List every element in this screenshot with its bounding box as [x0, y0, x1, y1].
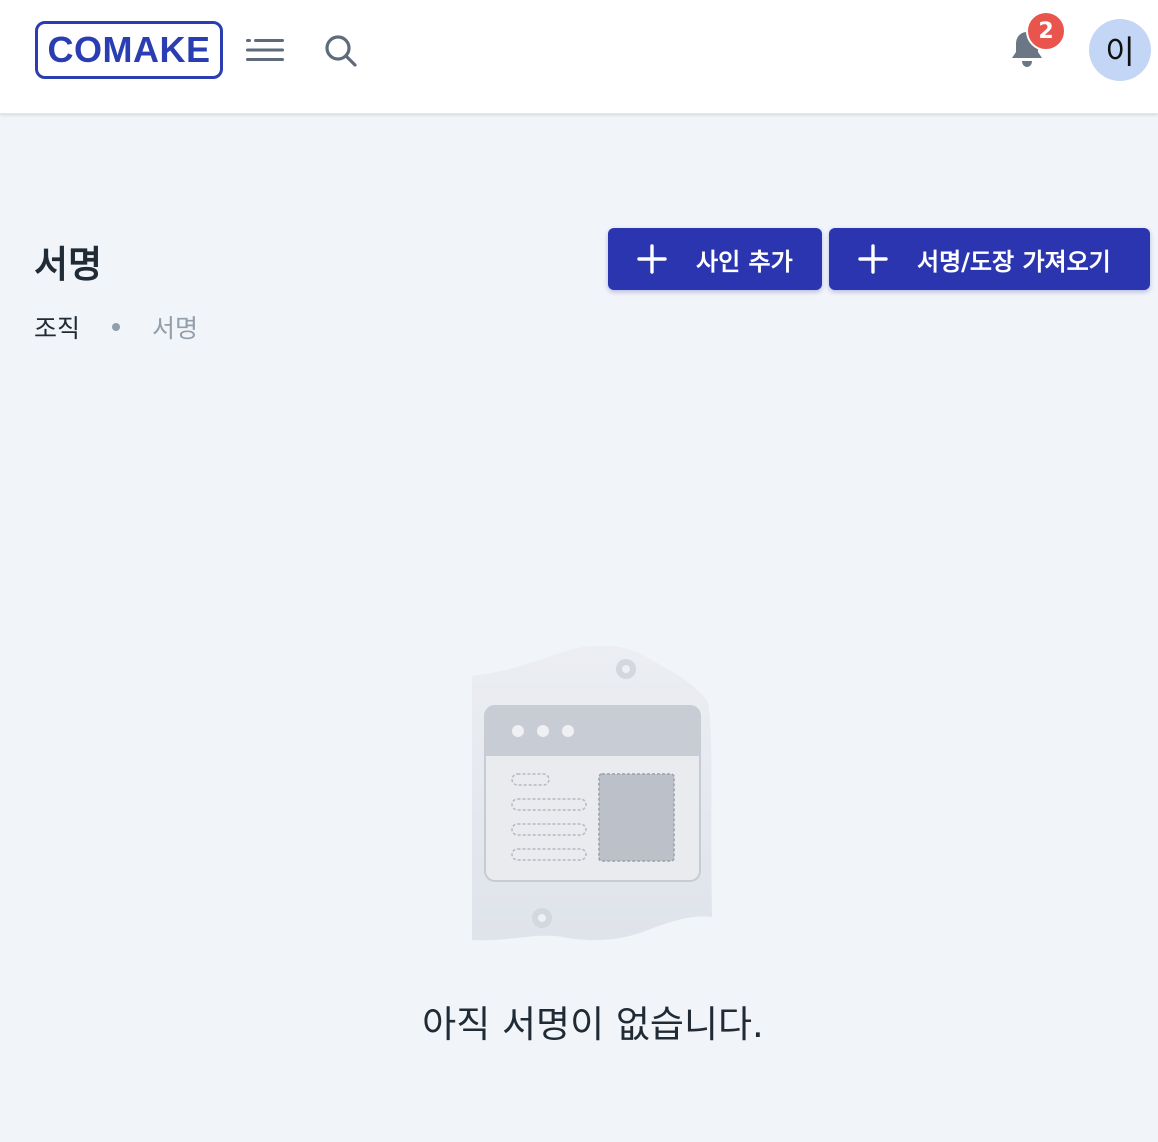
hamburger-menu-button[interactable] — [244, 32, 286, 68]
top-bar: COMAKE 2 이 — [0, 0, 1158, 114]
empty-document-illustration — [468, 642, 716, 946]
import-signature-stamp-button[interactable]: 서명/도장 가져오기 — [829, 228, 1150, 290]
plus-icon — [858, 244, 888, 274]
empty-state-message: 아직 서명이 없습니다. — [422, 1003, 764, 1046]
breadcrumb-item-current: 서명 — [152, 314, 199, 343]
user-avatar[interactable]: 이 — [1089, 19, 1151, 81]
hamburger-menu-icon — [246, 39, 284, 61]
search-icon — [325, 35, 357, 67]
page-title: 서명 — [34, 243, 103, 286]
plus-icon — [637, 244, 667, 274]
import-signature-stamp-label: 서명/도장 가져오기 — [917, 247, 1111, 276]
breadcrumb: 조직 서명 — [34, 309, 198, 345]
comake-logo[interactable]: COMAKE — [35, 21, 223, 79]
logo-text: COMAKE — [47, 29, 211, 70]
breadcrumb-separator — [112, 323, 121, 331]
add-sign-button[interactable]: 사인 추가 — [608, 228, 822, 290]
notification-count-badge: 2 — [1026, 11, 1066, 51]
breadcrumb-item-organization[interactable]: 조직 — [34, 309, 80, 345]
search-button[interactable] — [320, 30, 362, 72]
add-sign-label: 사인 추가 — [696, 247, 793, 276]
